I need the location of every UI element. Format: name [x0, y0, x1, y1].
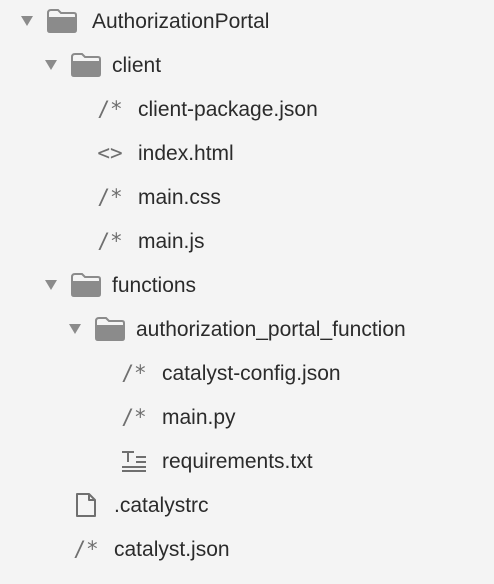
project-file-tree: AuthorizationPortal client /* client-pac…: [0, 0, 494, 584]
tree-item-main-js[interactable]: /* main.js: [0, 222, 494, 260]
tree-item-label: catalyst.json: [114, 537, 230, 561]
tree-item-functions[interactable]: functions: [0, 266, 494, 304]
json-file-icon: /*: [97, 97, 123, 121]
disclosure-expanded-icon[interactable]: [44, 58, 58, 72]
text-file-icon: [120, 446, 148, 476]
tree-item-main-py[interactable]: /* main.py: [0, 398, 494, 436]
tree-item-client-package-json[interactable]: /* client-package.json: [0, 90, 494, 128]
tree-item-label: functions: [112, 273, 197, 297]
tree-item-client[interactable]: client: [0, 46, 494, 84]
json-file-icon: /*: [73, 537, 99, 561]
tree-item-label: client: [112, 53, 162, 77]
json-file-icon: /*: [121, 361, 147, 385]
folder-icon: [92, 314, 128, 344]
tree-item-label: requirements.txt: [162, 449, 313, 473]
folder-icon: [44, 6, 80, 36]
tree-item-label: index.html: [138, 141, 234, 165]
tree-item-index-html[interactable]: <> index.html: [0, 134, 494, 172]
tree-item-catalystrc[interactable]: .catalystrc: [0, 486, 494, 524]
tree-item-authorizationportal[interactable]: AuthorizationPortal: [0, 2, 494, 40]
blank-file-icon: [72, 490, 100, 520]
python-file-icon: /*: [121, 405, 147, 429]
tree-item-label: .catalystrc: [114, 493, 209, 517]
tree-item-requirements-txt[interactable]: requirements.txt: [0, 442, 494, 480]
disclosure-expanded-icon[interactable]: [68, 322, 82, 336]
folder-icon: [68, 270, 104, 300]
tree-item-label: main.css: [138, 185, 221, 209]
tree-item-label: main.js: [138, 229, 205, 253]
tree-item-catalyst-json[interactable]: /* catalyst.json: [0, 530, 494, 568]
tree-item-main-css[interactable]: /* main.css: [0, 178, 494, 216]
tree-item-label: catalyst-config.json: [162, 361, 341, 385]
tree-item-catalyst-config-json[interactable]: /* catalyst-config.json: [0, 354, 494, 392]
css-file-icon: /*: [97, 185, 123, 209]
disclosure-expanded-icon[interactable]: [20, 14, 34, 28]
disclosure-expanded-icon[interactable]: [44, 278, 58, 292]
js-file-icon: /*: [97, 229, 123, 253]
tree-item-label: authorization_portal_function: [136, 317, 406, 341]
tree-item-label: main.py: [162, 405, 236, 429]
html-file-icon: <>: [97, 141, 123, 165]
tree-item-label: AuthorizationPortal: [92, 9, 270, 33]
folder-icon: [68, 50, 104, 80]
tree-item-authorization-portal-function[interactable]: authorization_portal_function: [0, 310, 494, 348]
tree-item-label: client-package.json: [138, 97, 318, 121]
